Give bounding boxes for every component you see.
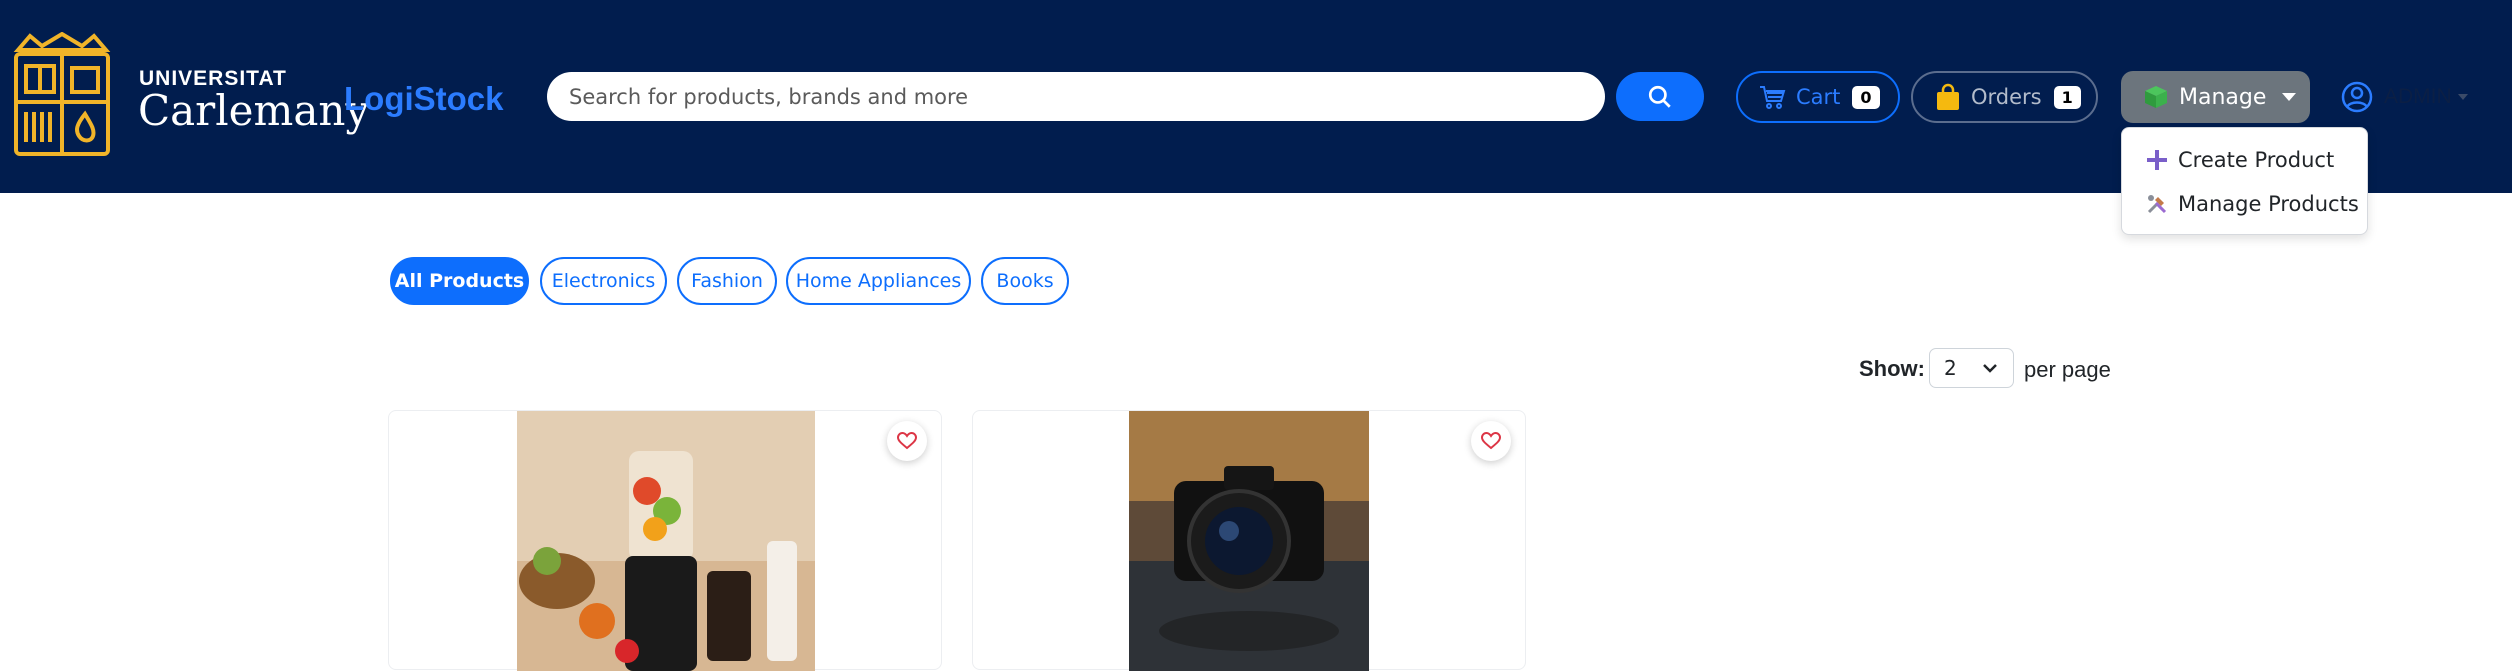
heart-icon [1481,432,1501,450]
university-logo-icon[interactable] [12,32,112,160]
plus-icon [2147,150,2167,170]
manage-products-menu-item[interactable]: Manage Products [2146,192,2359,216]
blender-image [517,411,815,671]
manage-dropdown-menu: Create Product Manage Products [2121,127,2368,235]
product-card[interactable] [972,410,1526,671]
caret-down-icon [2282,93,2297,101]
app-name-link[interactable]: LogiStock [344,80,504,118]
create-product-menu-item[interactable]: Create Product [2146,148,2334,172]
manage-dropdown-button[interactable]: Manage [2121,71,2310,123]
cart-count-badge: 0 [1852,85,1880,109]
search-input[interactable] [547,72,1605,121]
heart-icon [897,432,917,450]
shopping-bag-icon [1937,83,1959,110]
category-home-appliances[interactable]: Home Appliances [786,257,971,305]
cart-label: Cart [1796,85,1841,109]
package-icon [2145,86,2167,108]
per-page-select[interactable]: 2 [1929,348,2014,388]
category-electronics[interactable]: Electronics [540,257,667,305]
tools-icon [2147,195,2167,214]
cart-button[interactable]: Cart 0 [1736,71,1900,123]
orders-count-badge: 1 [2053,85,2081,109]
orders-button[interactable]: Orders 1 [1911,71,2098,123]
favorite-button[interactable] [1471,421,1511,461]
create-product-label: Create Product [2178,148,2335,172]
user-circle-icon [2341,81,2373,113]
manage-label: Manage [2179,84,2267,110]
manage-products-label: Manage Products [2178,192,2359,216]
university-name: Carlemany [138,86,370,135]
category-fashion[interactable]: Fashion [677,257,777,305]
category-books[interactable]: Books [981,257,1069,305]
show-label: Show: [1859,356,1925,381]
per-page-value: 2 [1944,356,1957,380]
product-image[interactable] [1129,411,1369,671]
caret-down-icon [2457,94,2468,100]
user-name: ADMIN [2384,85,2452,108]
user-menu[interactable]: ADMIN [2340,80,2468,114]
search-icon [1648,85,1671,108]
category-all-products[interactable]: All Products [390,257,529,305]
per-page-label: per page [2024,357,2111,382]
product-card[interactable] [388,410,942,671]
chevron-down-icon [1983,364,1997,373]
cart-icon [1760,86,1786,109]
search-button[interactable] [1616,72,1704,121]
favorite-button[interactable] [887,421,927,461]
product-image[interactable] [517,411,815,671]
camera-image [1129,411,1369,671]
orders-label: Orders [1971,85,2042,109]
